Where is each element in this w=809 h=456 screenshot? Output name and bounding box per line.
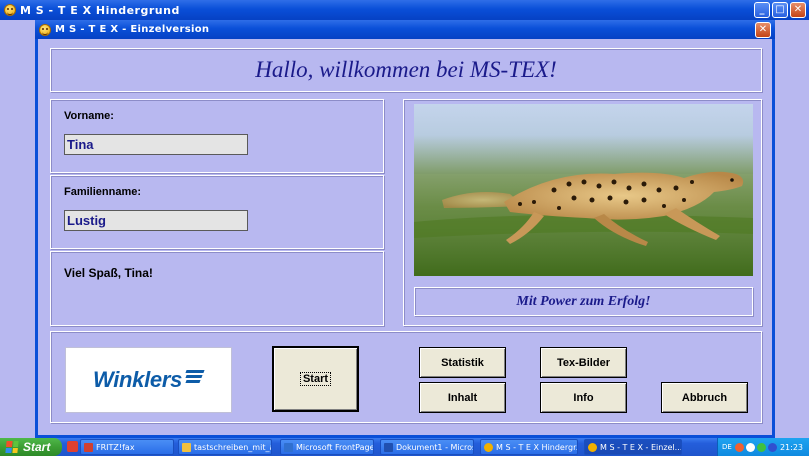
- start-label: Start: [23, 440, 51, 454]
- system-tray: DE 21:23: [717, 438, 809, 456]
- tray-app-icon[interactable]: [745, 442, 755, 452]
- greeting-text: Viel Spaß, Tina!: [64, 266, 153, 280]
- taskbar-item-label: tastschreiben_mit_ab...: [194, 442, 271, 452]
- taskbar: Start FRITZ!fax tastschreiben_mit_ab... …: [0, 438, 809, 456]
- slogan-text: Mit Power zum Erfolg!: [516, 293, 651, 309]
- last-name-panel: Familienname:: [50, 175, 384, 249]
- first-name-input[interactable]: [64, 134, 248, 155]
- outer-window-titlebar[interactable]: M S - T E X Hindergrund _ □ ✕: [0, 0, 809, 20]
- inner-window-titlebar[interactable]: M S - T E X - Einzelversion ✕: [35, 20, 775, 39]
- windows-logo-icon: [5, 441, 19, 453]
- taskbar-item-label: M S - T E X Hindergr...: [496, 442, 578, 452]
- close-icon[interactable]: ✕: [755, 22, 771, 38]
- quick-launch: [67, 441, 78, 452]
- taskbar-item[interactable]: tastschreiben_mit_ab...: [178, 439, 272, 455]
- last-name-input[interactable]: [64, 210, 248, 231]
- winklers-logo: Winklers: [65, 347, 232, 413]
- taskbar-item[interactable]: M S - T E X Hindergr...: [480, 439, 578, 455]
- tray-app-icon[interactable]: [734, 442, 744, 452]
- greeting-panel: Viel Spaß, Tina!: [50, 251, 384, 326]
- statistik-button[interactable]: Statistik: [419, 347, 506, 378]
- cheetah-illustration: [414, 171, 753, 276]
- folder-icon: [182, 442, 191, 452]
- taskbar-item-label: Dokument1 - Microsof...: [396, 442, 473, 452]
- taskbar-item[interactable]: Microsoft FrontPage -...: [280, 439, 374, 455]
- outer-window-title: M S - T E X Hindergrund: [20, 3, 180, 17]
- fax-app-icon: [84, 442, 93, 452]
- taskbar-item-label: FRITZ!fax: [96, 442, 135, 452]
- minimize-icon[interactable]: _: [754, 2, 770, 18]
- welcome-banner: Hallo, willkommen bei MS-TEX!: [50, 48, 762, 92]
- tray-app-icon[interactable]: [767, 442, 777, 452]
- ms-tex-app-icon: [588, 442, 597, 452]
- taskbar-item[interactable]: Dokument1 - Microsof...: [380, 439, 474, 455]
- abbruch-button[interactable]: Abbruch: [661, 382, 748, 413]
- ms-tex-app-icon: [4, 4, 16, 16]
- taskbar-item-label: Microsoft FrontPage -...: [296, 442, 374, 452]
- first-name-label: Vorname:: [64, 110, 114, 122]
- language-indicator[interactable]: DE: [722, 443, 732, 451]
- image-panel: Mit Power zum Erfolg!: [403, 99, 762, 326]
- cheetah-photo: [414, 104, 753, 276]
- word-icon: [384, 442, 393, 452]
- quicklaunch-app-icon[interactable]: [67, 441, 78, 452]
- maximize-icon[interactable]: □: [772, 2, 788, 18]
- inner-window-title: M S - T E X - Einzelversion: [55, 24, 210, 35]
- inner-app-window: M S - T E X - Einzelversion ✕ Hallo, wil…: [35, 20, 775, 438]
- slogan-box: Mit Power zum Erfolg!: [414, 287, 753, 316]
- start-button-label: Start: [299, 372, 332, 386]
- button-panel: Winklers Start Statistik Tex-Bilder Inha…: [50, 331, 762, 423]
- outer-window-controls: _ □ ✕: [754, 2, 806, 18]
- taskbar-item-label: M S - T E X - Einzel...: [600, 442, 682, 452]
- start-button[interactable]: Start: [272, 346, 359, 412]
- first-name-panel: Vorname:: [50, 99, 384, 173]
- winklers-logo-stripes: [185, 369, 205, 383]
- tray-app-icon[interactable]: [756, 442, 766, 452]
- taskbar-item[interactable]: FRITZ!fax: [80, 439, 174, 455]
- tex-bilder-button[interactable]: Tex-Bilder: [540, 347, 627, 378]
- last-name-label: Familienname:: [64, 186, 142, 198]
- ms-tex-app-icon: [39, 23, 51, 36]
- system-clock: 21:23: [779, 442, 803, 452]
- taskbar-item-active[interactable]: M S - T E X - Einzel...: [584, 439, 682, 455]
- ms-tex-app-icon: [484, 442, 493, 452]
- frontpage-icon: [284, 442, 293, 452]
- taskbar-start-button[interactable]: Start: [0, 438, 62, 456]
- info-button[interactable]: Info: [540, 382, 627, 413]
- inhalt-button[interactable]: Inhalt: [419, 382, 506, 413]
- close-icon[interactable]: ✕: [790, 2, 806, 18]
- welcome-heading: Hallo, willkommen bei MS-TEX!: [255, 57, 557, 82]
- winklers-logo-text: Winklers: [92, 367, 183, 392]
